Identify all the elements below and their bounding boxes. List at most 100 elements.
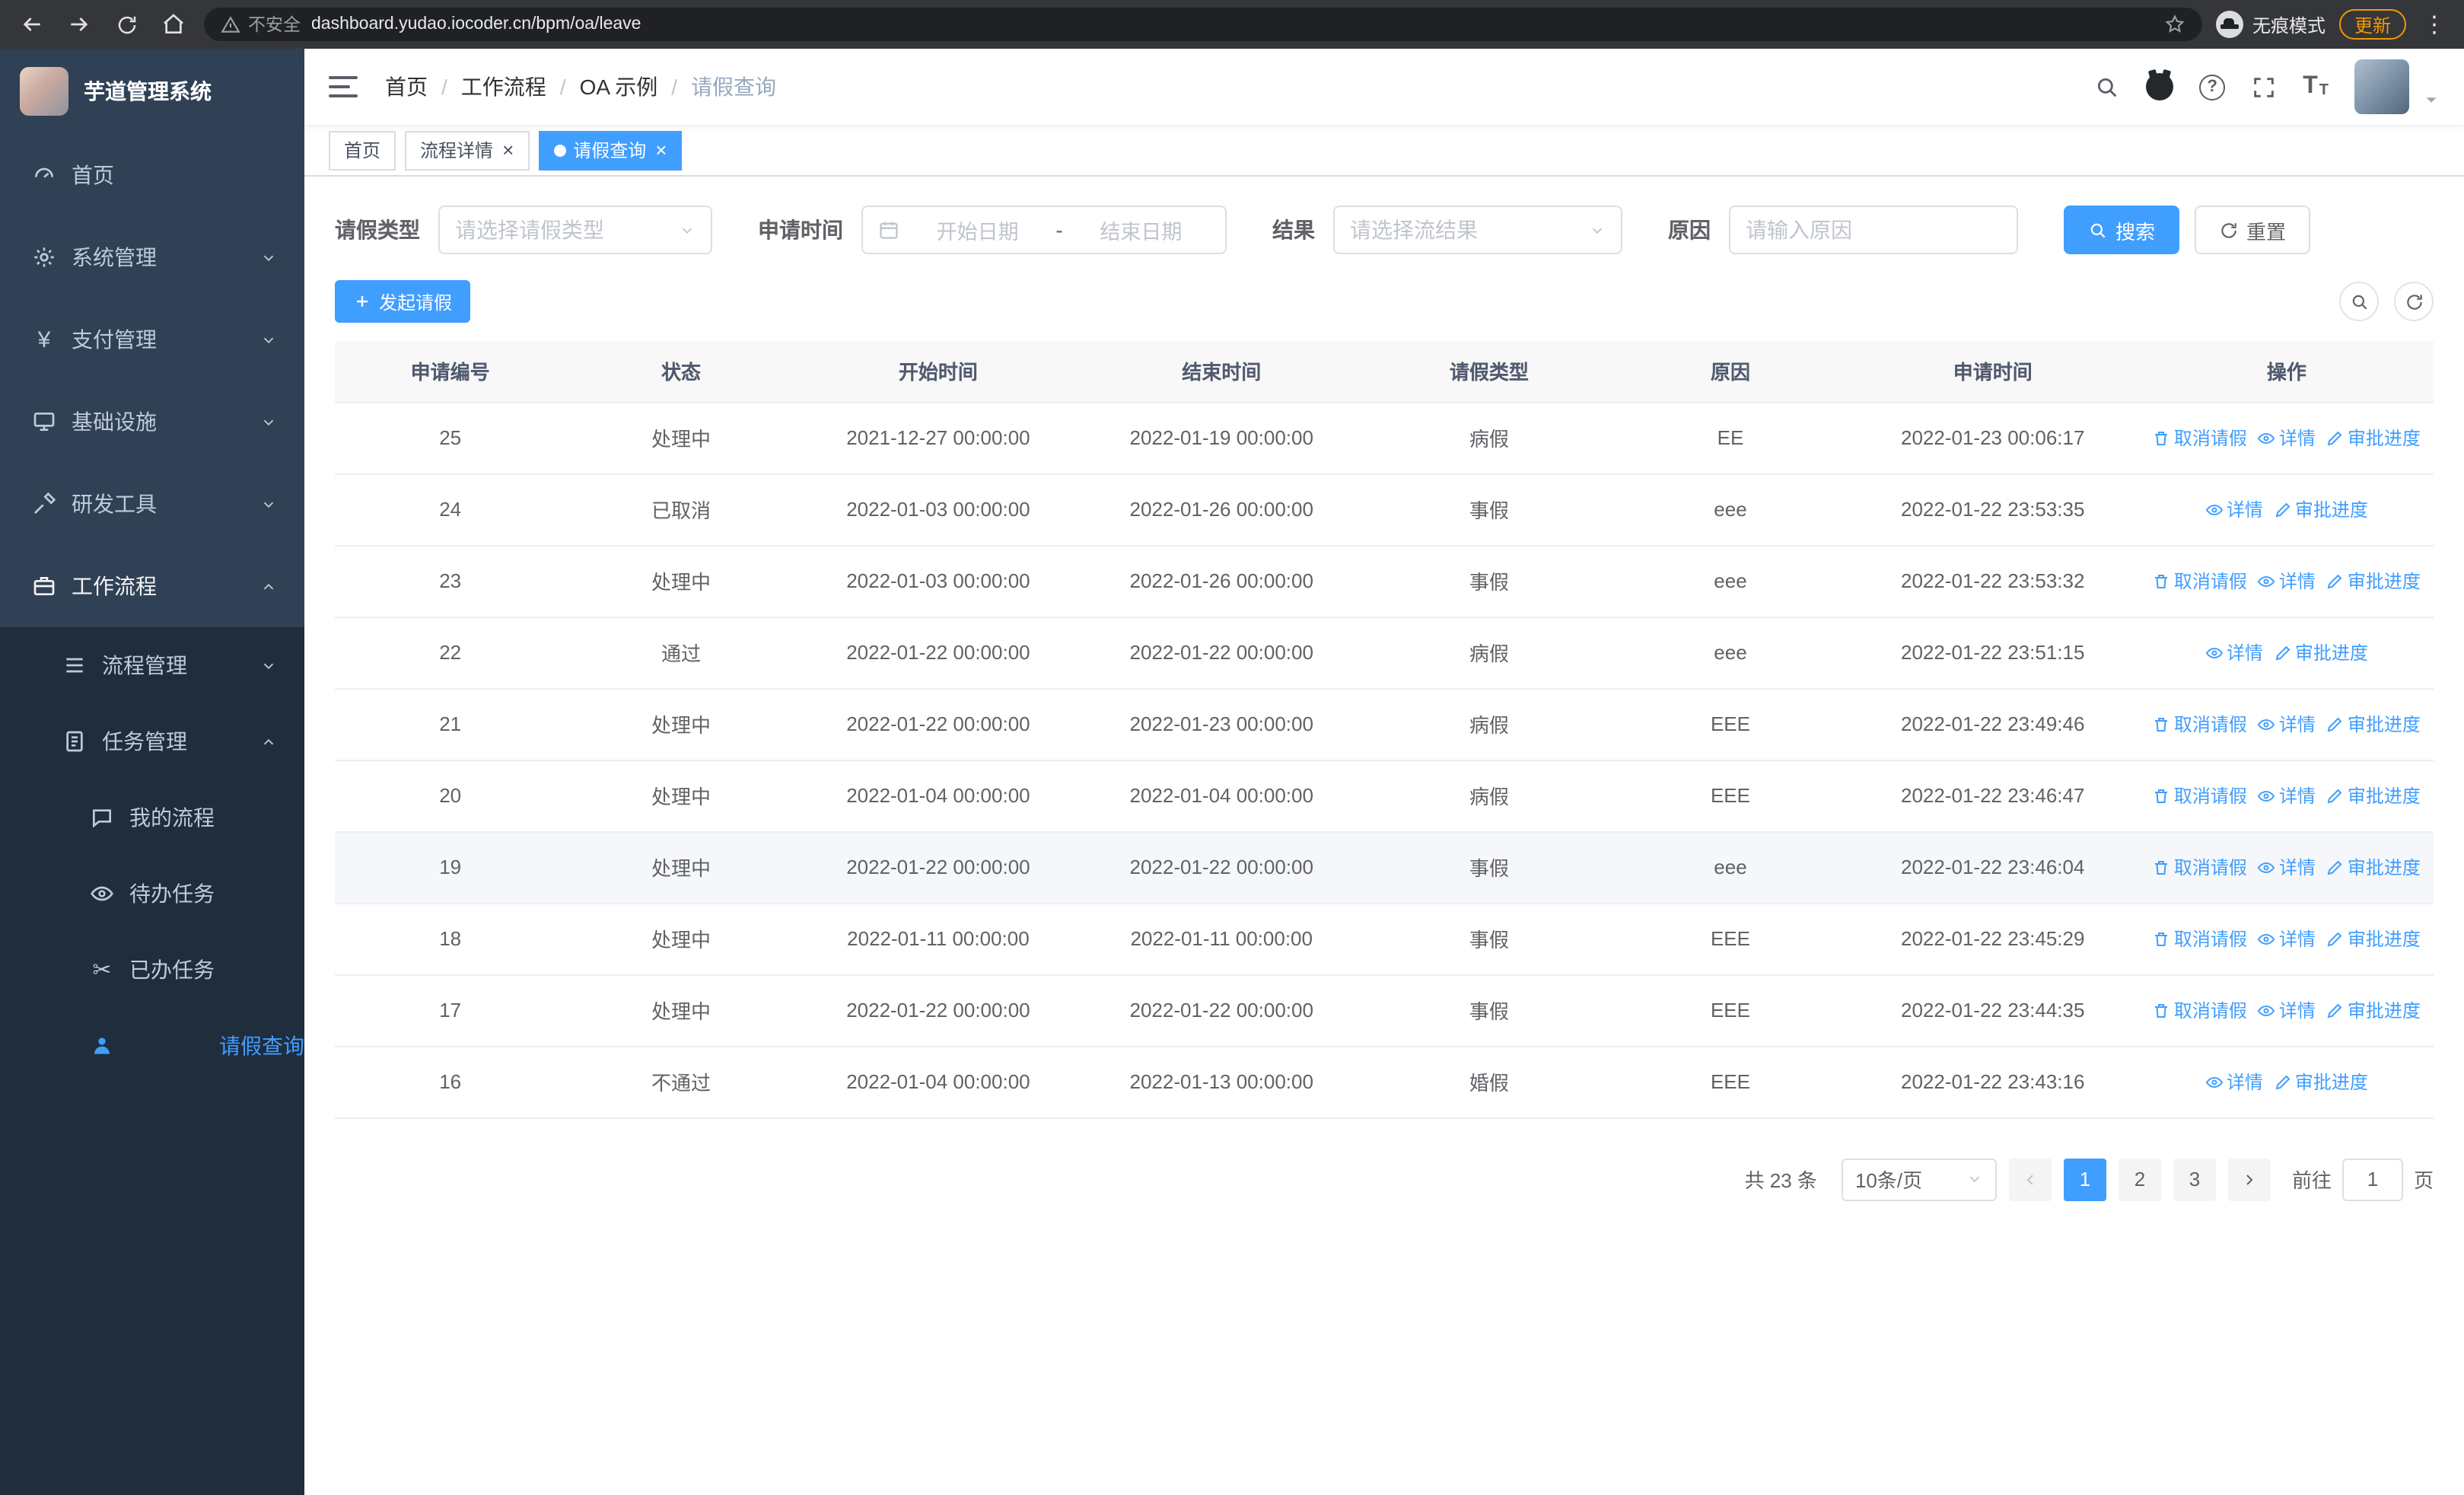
result-label: 结果	[1272, 218, 1315, 242]
column-header: 原因	[1615, 341, 1846, 403]
prev-page-button[interactable]	[2008, 1158, 2052, 1200]
reload-icon[interactable]	[110, 8, 143, 41]
avatar-caret-icon[interactable]	[2423, 91, 2440, 114]
sidebar-item-label: 基础设施	[72, 410, 157, 434]
tab-首页[interactable]: 首页	[329, 130, 396, 170]
tab-流程详情[interactable]: 流程详情 ×	[405, 130, 530, 170]
sidebar-item-process-mgmt[interactable]: 流程管理	[0, 627, 304, 703]
progress-link[interactable]: 审批进度	[2326, 568, 2421, 594]
progress-link[interactable]: 审批进度	[2326, 854, 2421, 880]
sidebar-item-payment[interactable]: ¥ 支付管理	[0, 298, 304, 381]
breadcrumb-item[interactable]: 首页	[385, 72, 428, 102]
browser-menu-icon[interactable]: ⋮	[2420, 11, 2449, 38]
start-date-placeholder: 开始日期	[936, 221, 1019, 244]
toggle-search-icon[interactable]	[2339, 282, 2379, 321]
sidebar-item-done-task[interactable]: ✂ 已办任务	[0, 932, 304, 1008]
page-button-3[interactable]: 3	[2173, 1158, 2216, 1200]
tab-请假查询[interactable]: 请假查询 ×	[538, 130, 683, 170]
cancel-link[interactable]: 取消请假	[2153, 997, 2247, 1023]
sidebar-logo[interactable]: 芋道管理系统	[0, 49, 304, 134]
breadcrumb-item[interactable]: 工作流程	[461, 72, 546, 102]
url-bar[interactable]: 不安全 dashboard.yudao.iocoder.cn/bpm/oa/le…	[204, 8, 2202, 41]
cell-apply-time: 2022-01-22 23:43:16	[1845, 1046, 2140, 1118]
leave-type-select[interactable]: 请选择请假类型	[438, 206, 712, 254]
column-header: 开始时间	[796, 341, 1081, 403]
search-icon	[2090, 222, 2106, 237]
avatar[interactable]	[2354, 59, 2409, 114]
browser-update-button[interactable]: 更新	[2338, 9, 2406, 40]
table-row: 25 处理中 2021-12-27 00:00:00 2022-01-19 00:00…	[335, 402, 2434, 474]
leave-table: 申请编号 状态 开始时间 结束时间 请假类型 原因 申请时间 操作 25 处理中 2021-12-2…	[335, 341, 2434, 1118]
detail-link[interactable]: 详情	[2258, 711, 2316, 737]
detail-link[interactable]: 详情	[2258, 783, 2316, 808]
cell-status: 处理中	[565, 688, 797, 760]
detail-link[interactable]: 详情	[2205, 1069, 2263, 1095]
cell-status: 处理中	[565, 402, 797, 474]
cancel-link[interactable]: 取消请假	[2153, 425, 2247, 451]
column-header: 申请编号	[335, 341, 566, 403]
fullscreen-icon[interactable]	[2251, 74, 2277, 100]
progress-link[interactable]: 审批进度	[2326, 425, 2421, 451]
result-select[interactable]: 请选择流结果	[1333, 206, 1622, 254]
detail-link[interactable]: 详情	[2258, 425, 2316, 451]
close-icon[interactable]: ×	[502, 140, 514, 160]
sidebar-item-home[interactable]: 首页	[0, 134, 304, 216]
progress-link[interactable]: 审批进度	[2326, 783, 2421, 808]
search-icon[interactable]	[2094, 74, 2120, 100]
tab-label: 请假查询	[573, 140, 647, 161]
progress-link[interactable]: 审批进度	[2326, 926, 2421, 952]
sidebar-item-todo-task[interactable]: 待办任务	[0, 856, 304, 932]
sidebar-item-devtools[interactable]: 研发工具	[0, 463, 304, 545]
cancel-link[interactable]: 取消请假	[2153, 783, 2247, 808]
table-row: 23 处理中 2022-01-03 00:00:00 2022-01-26 00:00…	[335, 545, 2434, 617]
cell-status: 处理中	[565, 831, 797, 904]
cancel-link[interactable]: 取消请假	[2153, 926, 2247, 952]
cancel-link[interactable]: 取消请假	[2153, 854, 2247, 880]
page-button-1[interactable]: 1	[2063, 1158, 2106, 1200]
detail-link[interactable]: 详情	[2205, 639, 2263, 665]
sidebar-item-leave-query[interactable]: 请假查询	[0, 1008, 304, 1084]
forward-icon[interactable]	[62, 8, 96, 41]
progress-link[interactable]: 审批进度	[2274, 639, 2368, 665]
detail-link[interactable]: 详情	[2258, 568, 2316, 594]
breadcrumb-item[interactable]: OA 示例	[580, 72, 658, 102]
sidebar-item-system[interactable]: 系统管理	[0, 216, 304, 298]
goto-page-input[interactable]	[2341, 1158, 2403, 1200]
sidebar-item-task-mgmt[interactable]: 任务管理	[0, 703, 304, 779]
sidebar-item-my-process[interactable]: 我的流程	[0, 779, 304, 856]
back-icon[interactable]	[15, 8, 49, 41]
refresh-table-icon[interactable]	[2394, 282, 2434, 321]
detail-link[interactable]: 详情	[2258, 997, 2316, 1023]
detail-link[interactable]: 详情	[2258, 926, 2316, 952]
create-leave-button[interactable]: 发起请假	[335, 280, 471, 323]
detail-link[interactable]: 详情	[2258, 854, 2316, 880]
github-icon[interactable]	[2146, 73, 2174, 100]
reset-button[interactable]: 重置	[2195, 206, 2311, 254]
progress-link[interactable]: 审批进度	[2326, 997, 2421, 1023]
home-icon[interactable]	[157, 8, 190, 41]
search-button[interactable]: 搜索	[2064, 206, 2180, 254]
close-icon[interactable]: ×	[655, 140, 667, 160]
date-range-picker[interactable]: 开始日期 - 结束日期	[861, 206, 1227, 254]
progress-link[interactable]: 审批进度	[2274, 1069, 2368, 1095]
cancel-link[interactable]: 取消请假	[2153, 711, 2247, 737]
cell-start-time: 2022-01-22 00:00:00	[796, 831, 1081, 904]
progress-link[interactable]: 审批进度	[2274, 496, 2368, 522]
next-page-button[interactable]	[2227, 1158, 2271, 1200]
font-size-icon[interactable]: TT	[2303, 74, 2329, 99]
bookmark-star-icon[interactable]	[2164, 14, 2185, 35]
cancel-link[interactable]: 取消请假	[2153, 568, 2247, 594]
reason-input[interactable]	[1729, 206, 2018, 254]
page-button-2[interactable]: 2	[2118, 1158, 2161, 1200]
page-size-select[interactable]: 10条/页	[1841, 1158, 1997, 1200]
cell-leave-type: 婚假	[1363, 1046, 1616, 1118]
sidebar-item-infrastructure[interactable]: 基础设施	[0, 381, 304, 463]
message-icon	[88, 805, 116, 830]
progress-link[interactable]: 审批进度	[2326, 711, 2421, 737]
apply-time-label: 申请时间	[758, 218, 843, 242]
detail-link[interactable]: 详情	[2205, 496, 2263, 522]
hamburger-icon[interactable]	[329, 76, 358, 97]
sidebar-item-workflow[interactable]: 工作流程	[0, 545, 304, 627]
cell-leave-type: 病假	[1363, 402, 1616, 474]
help-icon[interactable]: ?	[2199, 74, 2226, 100]
